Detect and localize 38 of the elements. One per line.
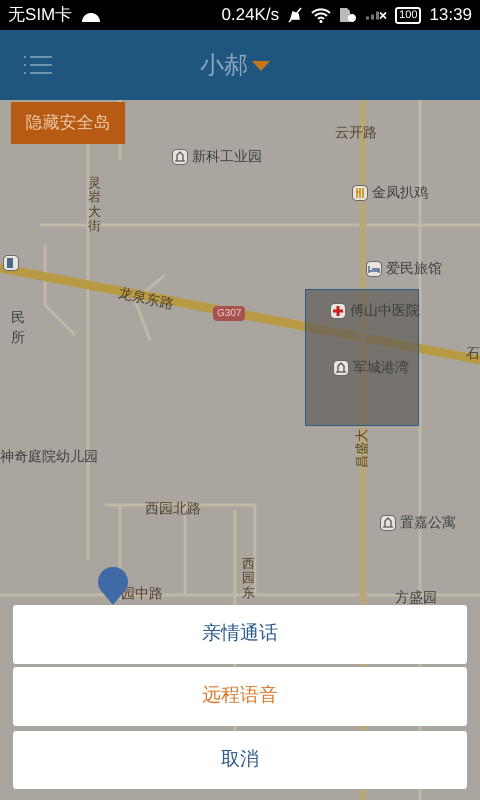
place-label: 新科工业园 bbox=[192, 147, 262, 166]
mute-icon bbox=[287, 7, 304, 23]
title-dropdown[interactable]: 小郝 bbox=[200, 48, 270, 84]
carrier-label: 无SIM卡 bbox=[8, 4, 72, 26]
place-label: 方盛园 bbox=[395, 588, 437, 607]
place-label: 神奇庭院幼儿园 bbox=[0, 447, 98, 466]
battery-icon: 100 bbox=[395, 6, 422, 24]
place-label: 所 bbox=[11, 328, 25, 347]
place-label: 爱民旅馆 bbox=[386, 259, 442, 278]
road-label: 西园东 bbox=[242, 557, 255, 600]
cross-icon bbox=[330, 302, 346, 318]
road-label: 西园北路 bbox=[145, 499, 201, 518]
menu-icon bbox=[24, 55, 52, 75]
bed-icon bbox=[366, 260, 382, 276]
cancel-button[interactable]: 取消 bbox=[13, 731, 467, 789]
building-icon bbox=[380, 514, 396, 530]
network-speed: 0.24K/s bbox=[221, 4, 280, 26]
building-icon bbox=[172, 148, 188, 164]
hide-safe-zone-button[interactable]: 隐藏安全岛 bbox=[11, 102, 125, 144]
road-label: 灵岩大街 bbox=[88, 176, 101, 234]
clock: 13:39 bbox=[429, 4, 472, 26]
signal-icon bbox=[365, 10, 388, 20]
gas-station-icon bbox=[3, 255, 19, 271]
place-label: 金凤扒鸡 bbox=[372, 183, 428, 202]
caret-icon bbox=[252, 61, 270, 71]
place-label: 置嘉公寓 bbox=[400, 513, 456, 532]
sim-icon bbox=[339, 7, 358, 23]
road-label: 昌盛大 bbox=[353, 429, 370, 468]
place-label: 民 bbox=[11, 308, 25, 327]
road-label: 龙泉东路 bbox=[116, 283, 176, 314]
building-icon bbox=[333, 360, 349, 376]
wifi-icon bbox=[311, 7, 332, 23]
place-label: 军城港湾 bbox=[353, 358, 409, 377]
highway-shield: G307 bbox=[213, 306, 246, 321]
action-option[interactable]: 亲情通话 bbox=[13, 605, 467, 664]
road-label: 云开路 bbox=[335, 123, 377, 142]
fork-icon bbox=[352, 184, 368, 200]
action-option[interactable]: 远程语音 bbox=[13, 667, 467, 726]
